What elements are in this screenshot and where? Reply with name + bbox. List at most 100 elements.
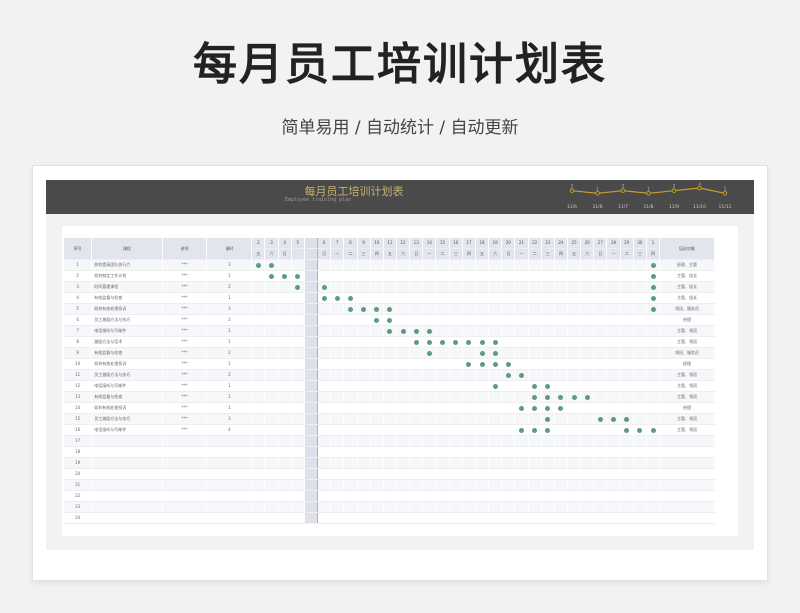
cell-day [409,391,424,403]
cell-day [370,347,384,359]
cell-hours: 2 [206,314,253,326]
cell-day [620,512,634,524]
cell-day [528,468,542,480]
cell-day [303,457,319,469]
cell-day [278,490,292,502]
cell-day [633,325,647,337]
schedule-dot [624,416,630,422]
schedule-dot [650,306,656,312]
cell-day [383,391,397,403]
cell-day [449,369,463,381]
cell-day [343,259,358,271]
cell-day [646,292,661,304]
cell-hours: 2 [206,369,253,381]
cell-day [330,457,345,469]
cell-day [475,380,490,392]
cell-day [501,501,516,513]
cell-day [435,303,450,315]
cell-day [567,336,582,348]
cell-day [264,501,279,513]
cell-day [449,259,463,271]
cell-day [396,380,411,392]
cell-day [370,259,384,271]
cell-day [409,281,424,293]
cell-course: 激励方法与话术 [91,336,163,348]
cell-day [541,325,555,337]
cell-day [422,501,437,513]
table-row: 1 如何提高团队执行力 *** 3 经理、主管 [64,259,715,271]
cell-day [383,380,397,392]
cell-day [396,314,411,326]
cell-day [343,490,358,502]
header-weekday: 六 [396,248,411,260]
cell-day [593,512,608,524]
cell-day [541,303,555,315]
cell-no: 12 [64,380,93,392]
schedule-dot [558,405,564,411]
cell-day [330,259,345,271]
cell-day [409,446,424,458]
cell-day [303,501,319,513]
cell-course: 电话接听与写邮件 [91,424,163,436]
schedule-dot [374,306,380,312]
schedule-dot [492,350,498,356]
cell-day [343,325,358,337]
cell-day [317,424,332,436]
schedule-dot [387,317,393,323]
cell-day [606,413,621,425]
cell-day [409,336,424,348]
cell-day [370,380,384,392]
cell-day [633,391,647,403]
cell-day [330,336,345,348]
cell-day [567,369,582,381]
cell-day [251,424,266,436]
cell-no: 10 [64,358,93,370]
cell-day [251,468,266,480]
table-row: 6 员工激励方法与技巧 *** 2 经理 [64,314,715,326]
cell-day [620,358,634,370]
cell-day [251,490,266,502]
cell-day [357,490,371,502]
cell-day [554,479,569,491]
cell-day [343,369,358,381]
cell-day [357,446,371,458]
header-day: 7 [330,238,345,249]
cell-day [422,259,437,271]
header-weekday: 三 [541,248,555,260]
cell-day [580,490,595,502]
cell-course: 员工激励方法与技巧 [91,369,163,381]
cell-day [330,446,345,458]
cell-day [501,325,516,337]
cell-no: 20 [64,468,93,480]
cell-day [554,490,569,502]
cell-day [593,336,608,348]
cell-day [475,391,490,403]
cell-day [291,391,305,403]
cell-day [264,369,279,381]
cell-no: 13 [64,391,93,403]
cell-day [462,270,476,282]
cell-lecturer: *** [162,380,208,392]
cell-day [409,358,424,370]
cell-day [580,270,595,282]
cell-course [91,512,163,524]
cell-day [514,336,529,348]
cell-day [343,446,358,458]
cell-day [606,457,621,469]
cell-day [291,457,305,469]
cell-day [633,281,647,293]
cell-day [370,358,384,370]
header-day: 11 [383,238,397,249]
cell-day [514,512,529,524]
cell-day [514,468,529,480]
cell-day [528,512,542,524]
schedule-dot [374,317,380,323]
cell-day [633,446,647,458]
cell-day [633,336,647,348]
cell-day [462,314,476,326]
cell-day [303,369,319,381]
header-target: 培训对象 [659,238,715,260]
cell-day [343,336,358,348]
cell-day [488,303,503,315]
cell-day [396,413,411,425]
